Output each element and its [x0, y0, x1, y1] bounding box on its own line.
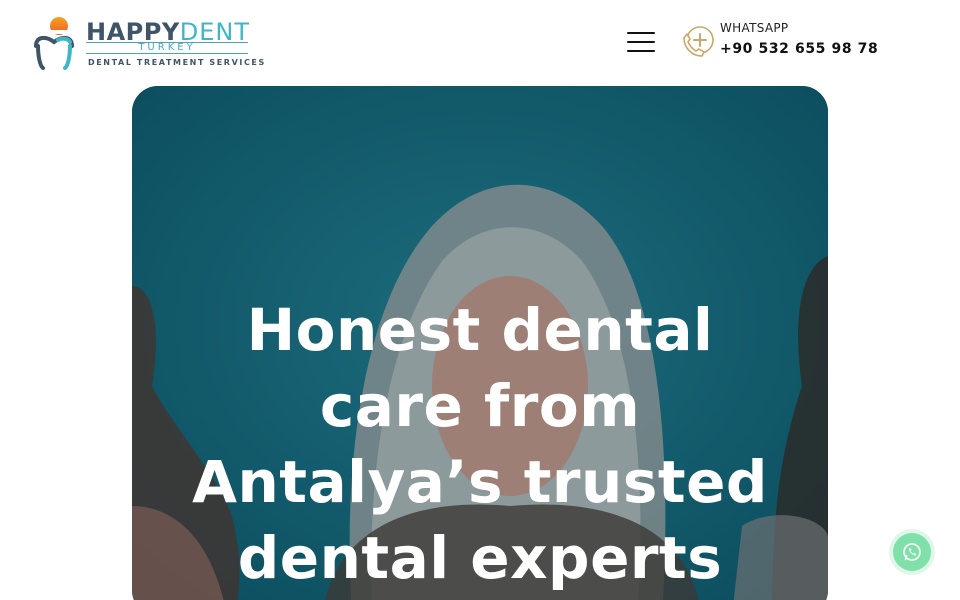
hamburger-menu-icon-bar-top — [627, 32, 655, 34]
whatsapp-label: WHATSAPP — [720, 21, 789, 35]
logo-wordmark: HAPPYDENT TURKEY DENTAL TREATMENT SERVIC… — [86, 18, 264, 67]
logo-country: TURKEY — [86, 42, 248, 54]
menu-button[interactable] — [624, 28, 658, 56]
whatsapp-phone-number: +90 532 655 98 78 — [720, 41, 879, 57]
hero-banner: Honest dental care from Antalya’s truste… — [132, 86, 828, 600]
site-logo[interactable]: HAPPYDENT TURKEY DENTAL TREATMENT SERVIC… — [32, 16, 264, 72]
floating-whatsapp-button[interactable] — [893, 533, 931, 571]
hamburger-menu-icon-bar-middle — [627, 41, 655, 43]
site-header: HAPPYDENT TURKEY DENTAL TREATMENT SERVIC… — [0, 0, 960, 86]
hamburger-menu-icon-bar-bottom — [627, 50, 655, 52]
logo-tagline: DENTAL TREATMENT SERVICES — [88, 58, 266, 67]
hero-heading: Honest dental care from Antalya’s truste… — [192, 296, 768, 592]
tooth-sun-logo-icon — [34, 17, 74, 70]
phone-plus-icon — [683, 26, 714, 57]
whatsapp-icon — [903, 543, 921, 561]
whatsapp-contact-link[interactable]: WHATSAPP +90 532 655 98 78 — [680, 18, 880, 66]
